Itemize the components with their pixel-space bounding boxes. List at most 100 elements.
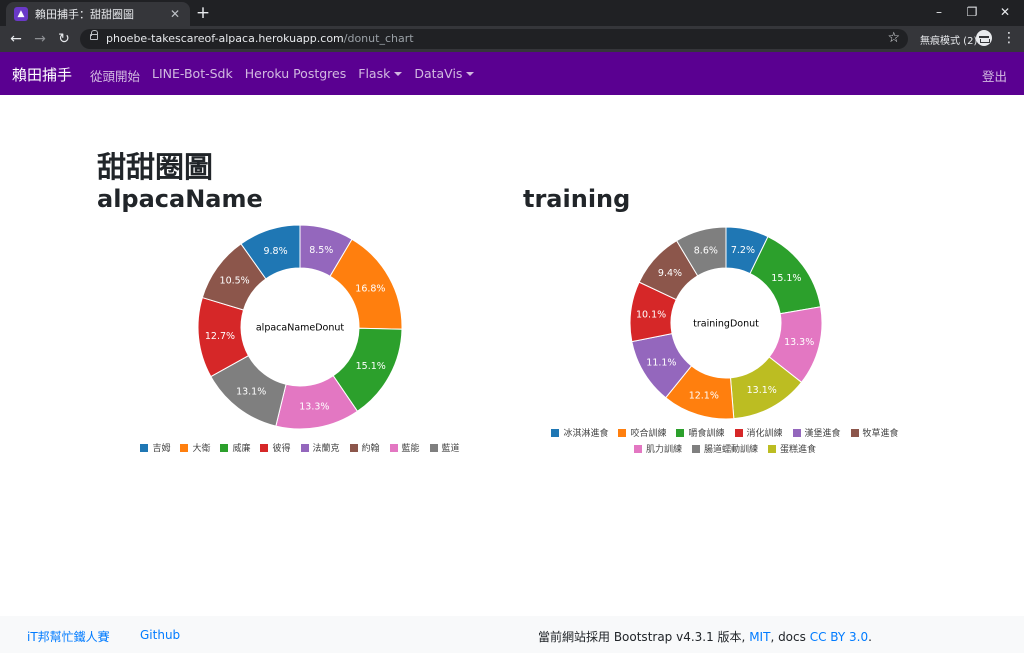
caret-down-icon (466, 72, 475, 76)
legend-swatch (429, 443, 438, 452)
slice-label: 9.8% (263, 246, 287, 257)
legend-swatch (768, 444, 776, 453)
legend-item[interactable]: 牧草進食 (850, 426, 899, 439)
tab-close-icon[interactable]: ✕ (168, 7, 182, 21)
footer-credits: 當前網站採用 Bootstrap v4.3.1 版本, MIT, docs CC… (538, 628, 872, 645)
legend-item[interactable]: 法蘭克 (300, 441, 340, 454)
legend-item[interactable]: 咬合訓練 (618, 426, 666, 439)
slice-label: 10.1% (636, 309, 666, 320)
legend-swatch (792, 428, 801, 437)
nav-link-start[interactable]: 從頭開始 (90, 66, 140, 85)
browser-menu-icon[interactable]: ⋮ (1001, 30, 1017, 46)
nav-link-label: 從頭開始 (90, 69, 141, 84)
legend-item[interactable]: 冰淇淋進食 (551, 426, 608, 439)
footer-ithome-link[interactable]: iT邦幫忙鐵人賽 (27, 628, 110, 645)
slice-label: 12.7% (205, 331, 235, 342)
legend-item[interactable]: 吉姆 (140, 441, 170, 454)
mit-license-link[interactable]: MIT (749, 630, 770, 644)
legend-item[interactable]: 腸道蠕動訓練 (691, 442, 758, 455)
restore-button[interactable]: ❐ (957, 2, 987, 22)
legend-label: 嚼食訓練 (688, 429, 725, 439)
lock-icon (90, 30, 98, 40)
nav-link-heroku-postgres[interactable]: Heroku Postgres (245, 66, 347, 85)
legend-item[interactable]: 藍能 (389, 441, 420, 454)
slice-label: 13.3% (784, 337, 814, 348)
browser-toolbar: ← → ↻ phoebe-takescareof-alpaca.herokuap… (0, 26, 1024, 52)
browser-tab-strip: ▲ 賴田捕手：甜甜圈圖 ✕ + – ❐ ✕ (0, 0, 1024, 26)
url-host: phoebe-takescareof-alpaca.herokuapp.com (106, 32, 344, 45)
url-path: /donut_chart (343, 32, 414, 45)
address-bar[interactable]: phoebe-takescareof-alpaca.herokuapp.com/… (80, 29, 908, 49)
nav-link-label: Heroku Postgres (244, 66, 347, 81)
legend-label: 消化訓練 (746, 429, 783, 439)
footer: iT邦幫忙鐵人賽 Github 當前網站採用 Bootstrap v4.3.1 … (0, 616, 1024, 653)
slice-label: 16.8% (355, 283, 385, 294)
legend-label: 吉姆 (152, 444, 171, 454)
navbar-brand[interactable]: 賴田捕手 (12, 64, 72, 85)
browser-tab[interactable]: ▲ 賴田捕手：甜甜圈圖 ✕ (6, 2, 190, 26)
slice-label: 11.1% (646, 358, 676, 369)
legend-label: 藍能 (401, 444, 420, 454)
cc-license-link[interactable]: CC BY 3.0 (810, 630, 868, 644)
minimize-button[interactable]: – (924, 2, 954, 22)
reload-button[interactable]: ↻ (54, 29, 74, 49)
legend-label: 法蘭克 (312, 444, 340, 454)
bookmark-star-icon[interactable]: ☆ (887, 30, 900, 46)
legend-item[interactable]: 約翰 (349, 441, 380, 454)
navbar-links: 從頭開始 LINE-Bot-Sdk Heroku Postgres Flask … (90, 66, 475, 85)
legend-item[interactable]: 消化訓練 (734, 426, 783, 439)
footer-github-link[interactable]: Github (140, 628, 180, 642)
legend-item[interactable]: 彼得 (260, 441, 291, 454)
legend-label: 威廉 (232, 444, 251, 454)
page-title: 甜甜圈圖 (97, 150, 214, 184)
legend-item[interactable]: 肌力訓練 (633, 442, 682, 455)
donut-center-label: alpacaNameDonut (256, 323, 345, 334)
legend-label: 約翰 (361, 444, 380, 454)
close-window-button[interactable]: ✕ (990, 2, 1020, 22)
back-button[interactable]: ← (6, 29, 26, 49)
alpaca-favicon-icon: ▲ (14, 7, 28, 21)
legend-item[interactable]: 漢堡進食 (792, 426, 841, 439)
legend-swatch (220, 443, 229, 452)
slice-label: 10.5% (220, 276, 250, 287)
legend-swatch (349, 443, 358, 452)
legend-swatch (140, 443, 149, 452)
legend-label: 牧草進食 (862, 429, 899, 439)
legend-item[interactable]: 威廉 (220, 441, 250, 454)
slice-label: 12.1% (689, 391, 719, 402)
nav-link-line-bot-sdk[interactable]: LINE-Bot-Sdk (152, 66, 233, 85)
legend-alpacaname: 吉姆 大衛 威廉 彼得 法蘭克 約翰 藍能 藍道 (120, 441, 480, 454)
legend-item[interactable]: 嚼食訓練 (676, 426, 725, 439)
slice-label: 9.4% (658, 268, 682, 279)
legend-item[interactable]: 蛋糕進食 (768, 442, 816, 455)
slice-label: 7.2% (731, 245, 755, 256)
legend-swatch (734, 428, 743, 437)
slice-label: 8.5% (309, 245, 333, 256)
legend-training: 冰淇淋進食 咬合訓練 嚼食訓練 消化訓練 漢堡進食 牧草進食肌力訓練 腸道蠕動訓練 蛋糕進食 (540, 426, 910, 455)
tab-title: 賴田捕手：甜甜圈圖 (35, 8, 134, 21)
app-navbar: 賴田捕手 從頭開始 LINE-Bot-Sdk Heroku Postgres F… (0, 52, 1024, 95)
nav-dropdown-flask[interactable]: Flask (358, 66, 403, 85)
legend-swatch (618, 428, 627, 437)
logout-link[interactable]: 登出 (982, 66, 1007, 85)
donut-chart-alpacaname: 8.5% 16.8% 15.1% 13.3% 13.1% 12.7% 10.5% 9.8% al… (197, 224, 403, 430)
slice-label: 8.6% (694, 246, 718, 257)
legend-label: 大衛 (192, 444, 211, 454)
nav-link-label: LINE-Bot-Sdk (152, 66, 233, 81)
legend-label: 肌力訓練 (645, 445, 682, 455)
legend-item[interactable]: 藍道 (429, 441, 460, 454)
legend-label: 彼得 (272, 444, 291, 454)
donut-center-label: trainingDonut (693, 319, 759, 330)
new-tab-button[interactable]: + (194, 3, 212, 23)
legend-swatch (850, 428, 859, 437)
legend-label: 藍道 (441, 444, 460, 454)
forward-button[interactable]: → (30, 29, 50, 49)
caret-down-icon (394, 72, 403, 76)
legend-swatch (260, 443, 269, 452)
footer-text-suffix: . (868, 630, 872, 644)
incognito-icon[interactable] (976, 30, 992, 46)
legend-item[interactable]: 大衛 (180, 441, 210, 454)
legend-swatch (300, 443, 309, 452)
nav-dropdown-datavis[interactable]: DataVis (414, 66, 475, 85)
slice-label: 13.1% (236, 387, 266, 398)
